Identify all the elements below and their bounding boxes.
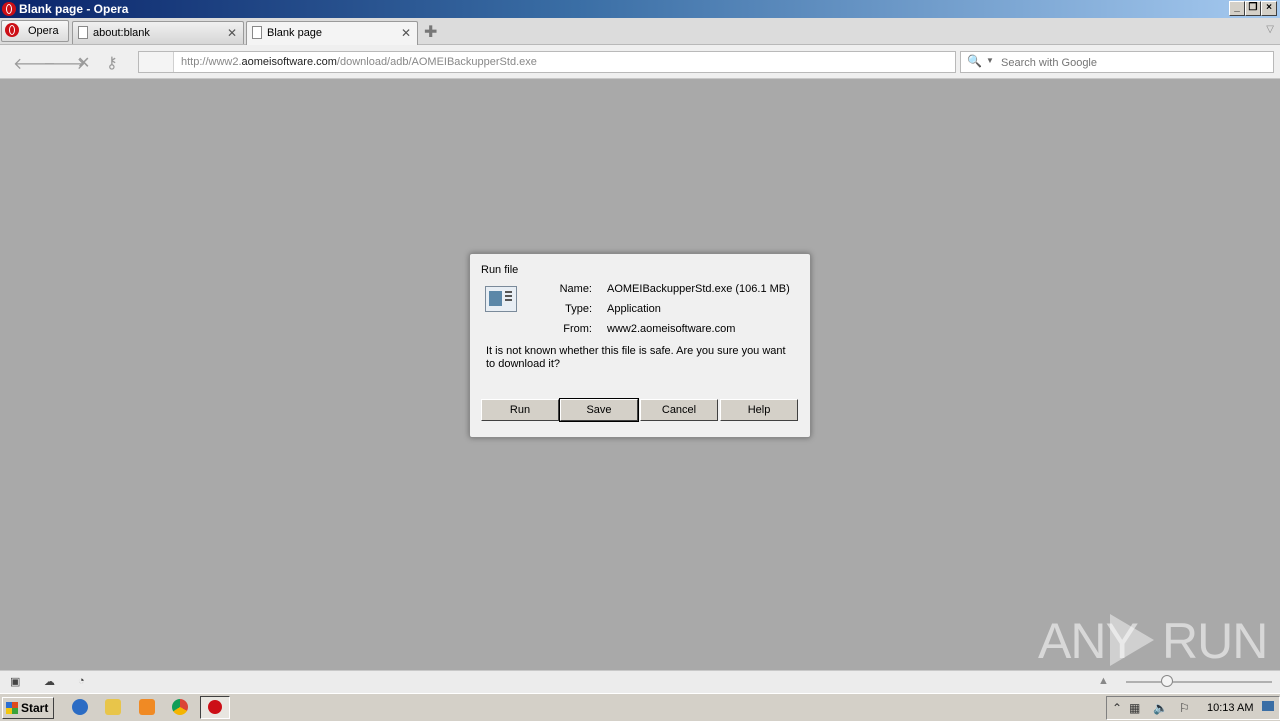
search-input[interactable] [999,54,1271,71]
panel-toggle-icon[interactable]: ▣ [10,675,22,688]
anyrun-watermark: ANY RUN [1038,612,1268,672]
windows-logo-icon [6,702,18,714]
save-button[interactable]: Save [559,398,639,422]
close-tab-icon[interactable]: ✕ [227,26,237,40]
play-triangle-icon [1110,614,1154,666]
action-center-flag-icon[interactable]: ⚐ [1179,701,1190,715]
show-hidden-icons-icon[interactable]: ⌃ [1112,701,1122,715]
cancel-button[interactable]: Cancel [640,399,718,421]
chrome-icon[interactable] [172,699,188,715]
show-desktop-icon[interactable] [1262,701,1274,711]
site-info-badge[interactable] [139,52,174,72]
dialog-title: Run file [481,264,519,276]
opera-icon [208,700,222,714]
window-title: Blank page - Opera [19,2,129,16]
new-tab-icon[interactable]: ✚ [424,22,437,42]
type-label: Type: [565,303,592,315]
close-button[interactable]: × [1261,1,1277,16]
page-icon [252,26,262,39]
address-url[interactable]: http://www2.aomeisoftware.com/download/a… [181,56,537,68]
file-type-value: Application [607,303,661,315]
run-file-dialog: Run file Name: AOMEIBackupperStd.exe (10… [469,253,811,438]
tab-label: about:blank [93,27,150,39]
tab-menu-chevron-down-icon[interactable]: ▽ [1266,24,1274,35]
tab-blank-page[interactable]: Blank page ✕ [246,21,418,45]
zoom-slider-thumb[interactable] [1161,675,1173,687]
status-bar: ▣ ☁ ◔ ▲ [0,670,1280,693]
tab-about-blank[interactable]: about:blank ✕ [72,21,244,44]
opera-turbo-icon[interactable]: ◔ [78,675,90,687]
volume-icon[interactable]: 🔈 [1153,701,1168,715]
stop-icon[interactable]: ✕ [77,53,90,73]
network-icon[interactable]: ▦ [1129,701,1140,715]
media-player-icon[interactable] [139,699,155,715]
title-bar: Blank page - Opera _ ❐ × [0,0,1280,18]
address-bar[interactable]: http://www2.aomeisoftware.com/download/a… [138,51,956,73]
application-file-icon [485,286,517,312]
taskbar-opera-button[interactable] [200,696,230,719]
search-engine-dropdown-icon[interactable]: ▼ [986,56,994,65]
run-button[interactable]: Run [481,399,559,421]
close-tab-icon[interactable]: ✕ [401,26,411,40]
zoom-slider-track[interactable] [1126,681,1272,683]
file-explorer-folder-icon[interactable] [105,699,121,715]
system-tray: ⌃ ▦ 🔈 ⚐ 10:13 AM [1106,696,1280,720]
opera-icon [5,23,19,37]
opera-menu-label: Opera [28,25,59,37]
opera-menu-button[interactable]: Opera [1,20,69,42]
page-icon [78,26,88,39]
key-icon[interactable]: ⚷ [106,53,118,73]
file-source-value: www2.aomeisoftware.com [607,323,736,335]
view-menu-chevron-up-icon[interactable]: ▲ [1098,675,1110,687]
tab-label: Blank page [267,27,323,39]
opera-unite-cloud-icon[interactable]: ☁ [44,675,56,688]
url-prefix: http://www2. [181,56,242,68]
watermark-right-text: RUN [1162,613,1268,669]
windows-taskbar: Start ⌃ ▦ 🔈 ⚐ 10:13 AM [0,693,1280,721]
file-name-value: AOMEIBackupperStd.exe (106.1 MB) [607,283,790,295]
name-label: Name: [559,283,592,295]
search-icon: 🔍 [967,54,982,68]
start-button[interactable]: Start [2,697,54,719]
safety-warning-text: It is not known whether this file is saf… [486,345,786,370]
internet-explorer-icon[interactable] [72,699,88,715]
from-label: From: [563,323,592,335]
minimize-button[interactable]: _ [1229,1,1245,16]
url-path: /download/adb/AOMEIBackupperStd.exe [336,56,537,68]
restore-button[interactable]: ❐ [1245,1,1261,16]
navigation-bar: 🡐 🡒 ✕ ⚷ http://www2.aomeisoftware.com/do… [0,45,1280,79]
help-button[interactable]: Help [720,399,798,421]
start-label: Start [21,701,49,715]
tab-bar: Opera about:blank ✕ Blank page ✕ ✚ ▽ [0,18,1280,45]
search-box[interactable]: 🔍 ▼ [960,51,1274,73]
url-domain: aomeisoftware.com [241,56,337,68]
clock[interactable]: 10:13 AM [1207,702,1253,714]
opera-logo-icon [2,2,16,16]
